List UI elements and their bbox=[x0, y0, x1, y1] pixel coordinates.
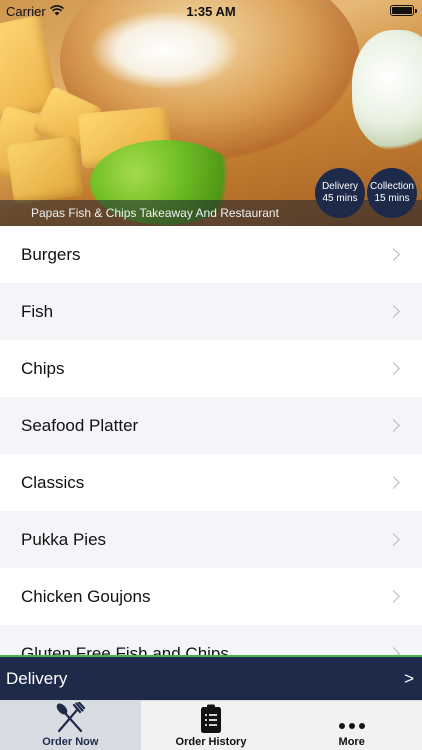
collection-badge-title: Collection bbox=[370, 181, 414, 192]
clipboard-icon bbox=[200, 704, 222, 734]
tab-label: Order Now bbox=[42, 736, 99, 748]
menu-item-seafood-platter[interactable]: Seafood Platter bbox=[0, 397, 422, 454]
menu-item-label: Burgers bbox=[21, 244, 81, 264]
delivery-badge-title: Delivery bbox=[321, 181, 359, 192]
status-bar: Carrier 1:35 AM bbox=[0, 0, 422, 22]
collection-time-badge: Collection 15 mins bbox=[367, 168, 417, 218]
tab-label: More bbox=[338, 736, 365, 748]
chevron-right-icon bbox=[387, 419, 400, 432]
tab-more[interactable]: More bbox=[281, 701, 422, 750]
delivery-badge-time: 45 mins bbox=[322, 193, 358, 204]
menu-item-label: Chips bbox=[21, 358, 65, 378]
delivery-mode-label: Delivery bbox=[6, 668, 68, 688]
chevron-right-icon: > bbox=[404, 668, 414, 688]
chevron-right-icon bbox=[387, 248, 400, 261]
fork-knife-icon bbox=[53, 702, 87, 734]
menu-item-pukka-pies[interactable]: Pukka Pies bbox=[0, 511, 422, 568]
menu-item-classics[interactable]: Classics bbox=[0, 454, 422, 511]
chevron-right-icon bbox=[387, 533, 400, 546]
menu-item-label: Classics bbox=[21, 472, 85, 492]
chevron-right-icon bbox=[387, 590, 400, 603]
menu-item-gluten-free[interactable]: Gluten Free Fish and Chips bbox=[0, 625, 422, 656]
menu-item-fish[interactable]: Fish bbox=[0, 283, 422, 340]
menu-item-chicken-goujons[interactable]: Chicken Goujons bbox=[0, 568, 422, 625]
more-dots-icon bbox=[338, 712, 366, 734]
chevron-right-icon bbox=[387, 362, 400, 375]
tab-order-history[interactable]: Order History bbox=[141, 701, 282, 750]
menu-category-list[interactable]: Burgers Fish Chips Seafood Platter Class… bbox=[0, 226, 422, 656]
tab-bar: Order Now Order History More bbox=[0, 700, 422, 750]
chevron-right-icon bbox=[387, 305, 400, 318]
menu-item-label: Fish bbox=[21, 301, 54, 321]
battery-icon bbox=[390, 5, 417, 16]
chevron-right-icon bbox=[387, 476, 400, 489]
menu-item-chips[interactable]: Chips bbox=[0, 340, 422, 397]
menu-item-label: Chicken Goujons bbox=[21, 586, 151, 606]
menu-item-label: Seafood Platter bbox=[21, 415, 139, 435]
tab-order-now[interactable]: Order Now bbox=[0, 701, 141, 750]
menu-item-burgers[interactable]: Burgers bbox=[0, 226, 422, 283]
delivery-time-badge: Delivery 45 mins bbox=[315, 168, 365, 218]
delivery-mode-bar[interactable]: Delivery > bbox=[0, 657, 422, 700]
restaurant-name: Papas Fish & Chips Takeaway And Restaura… bbox=[31, 206, 279, 220]
menu-item-label: Pukka Pies bbox=[21, 529, 107, 549]
collection-badge-time: 15 mins bbox=[374, 193, 410, 204]
clock: 1:35 AM bbox=[186, 4, 236, 19]
tab-label: Order History bbox=[175, 736, 247, 748]
